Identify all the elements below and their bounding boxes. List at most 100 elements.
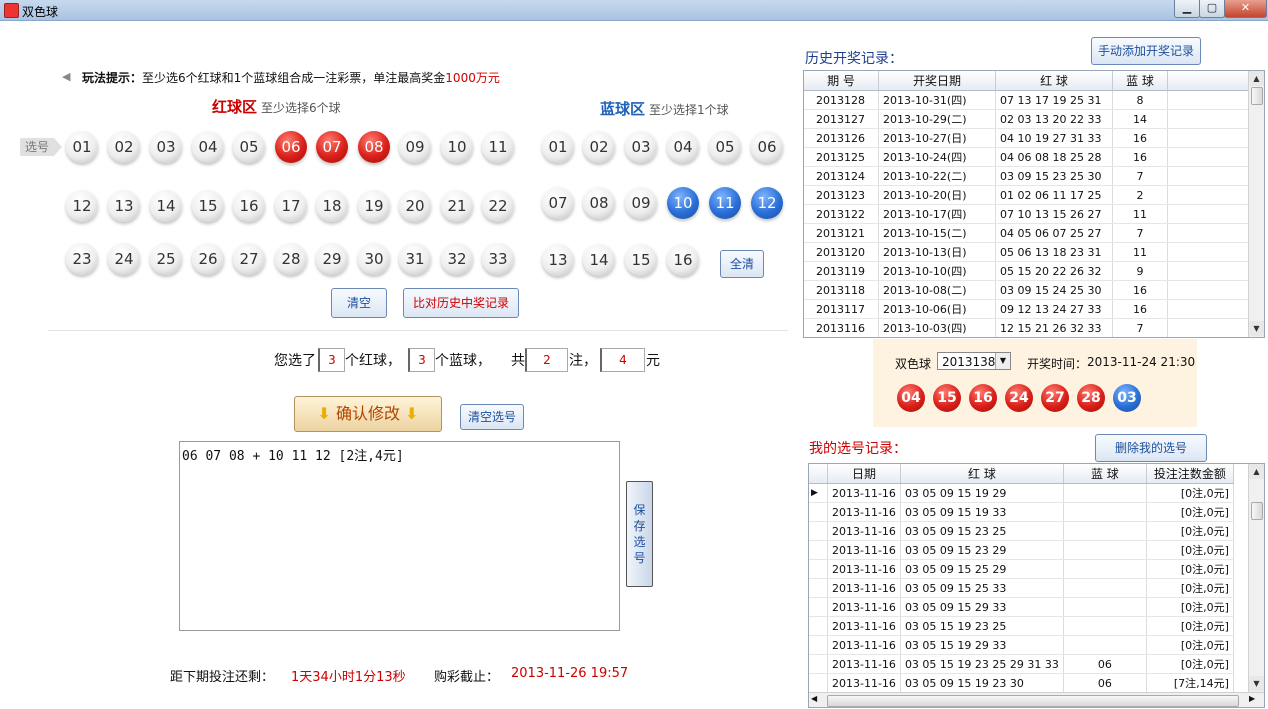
red-ball-24[interactable]: 24 [108,243,140,275]
selection-textarea[interactable]: 06 07 08 + 10 11 12 [2注,4元] [179,441,620,631]
red-ball-19[interactable]: 19 [358,190,390,222]
red-ball-09[interactable]: 09 [399,131,431,163]
table-row[interactable]: 2013121 2013-10-15(二) 04 05 06 07 25 27 7 [804,223,1251,243]
red-ball-25[interactable]: 25 [150,243,182,275]
red-ball-32[interactable]: 32 [441,243,473,275]
row-selector[interactable] [809,635,828,655]
chevron-down-icon[interactable]: ▼ [995,353,1010,369]
table-row[interactable]: 2013-11-16 03 05 09 15 25 29 [0注,0元] [809,559,1234,579]
delete-selection-button[interactable]: 删除我的选号 [1095,434,1207,462]
blue-ball-09[interactable]: 09 [625,187,657,219]
minimize-button[interactable]: ▁ [1174,0,1200,18]
table-row[interactable]: 2013126 2013-10-27(日) 04 10 19 27 31 33 16 [804,128,1251,148]
table-row[interactable]: 2013119 2013-10-10(四) 05 15 20 22 26 32 9 [804,261,1251,281]
row-selector[interactable] [809,654,828,674]
red-ball-10[interactable]: 10 [441,131,473,163]
history-column-header[interactable]: 红 球 [995,71,1113,91]
history-column-header[interactable]: 开奖日期 [878,71,996,91]
table-row[interactable]: 2013120 2013-10-13(日) 05 06 13 18 23 31 11 [804,242,1251,262]
red-ball-21[interactable]: 21 [441,190,473,222]
scroll-right-icon[interactable]: ▶ [1249,694,1255,703]
red-ball-04[interactable]: 04 [192,131,224,163]
red-ball-17[interactable]: 17 [275,190,307,222]
blue-ball-11[interactable]: 11 [709,187,741,219]
table-row[interactable]: 2013-11-16 03 05 09 15 29 33 [0注,0元] [809,597,1234,617]
table-row[interactable]: 2013124 2013-10-22(二) 03 09 15 23 25 30 7 [804,166,1251,186]
red-ball-33[interactable]: 33 [482,243,514,275]
table-row[interactable]: 2013-11-16 03 05 09 15 23 25 [0注,0元] [809,521,1234,541]
blue-count-field[interactable]: 3 [408,348,435,372]
red-ball-18[interactable]: 18 [316,190,348,222]
red-ball-01[interactable]: 01 [66,131,98,163]
hscroll-thumb[interactable] [827,695,1239,707]
row-selector[interactable] [809,673,828,693]
red-ball-31[interactable]: 31 [399,243,431,275]
red-ball-06[interactable]: 06 [275,131,307,163]
my-records-column-header[interactable]: 蓝 球 [1063,464,1147,484]
row-selector[interactable] [809,540,828,560]
scroll-down-icon[interactable]: ▼ [1249,676,1264,691]
clear-button[interactable]: 清空 [331,288,387,318]
my-records-column-header[interactable]: 日期 [827,464,901,484]
row-selector[interactable] [809,597,828,617]
blue-ball-14[interactable]: 14 [583,244,615,276]
blue-ball-06[interactable]: 06 [751,131,783,163]
clear-selection-button[interactable]: 清空选号 [460,404,524,430]
red-ball-07[interactable]: 07 [316,131,348,163]
scroll-thumb[interactable] [1251,502,1263,520]
row-selector[interactable] [809,616,828,636]
history-scrollbar[interactable]: ▲ ▼ [1248,71,1264,337]
blue-ball-03[interactable]: 03 [625,131,657,163]
red-count-field[interactable]: 3 [318,348,345,372]
blue-ball-04[interactable]: 04 [667,131,699,163]
red-ball-05[interactable]: 05 [233,131,265,163]
confirm-button[interactable]: ⬇ 确认修改 ⬇ [294,396,442,432]
my-records-column-header[interactable]: 红 球 [900,464,1064,484]
blue-ball-08[interactable]: 08 [583,187,615,219]
table-row[interactable]: 2013-11-16 03 05 15 19 29 33 [0注,0元] [809,635,1234,655]
blue-ball-02[interactable]: 02 [583,131,615,163]
red-ball-03[interactable]: 03 [150,131,182,163]
table-row[interactable]: 2013-11-16 03 05 09 15 23 29 [0注,0元] [809,540,1234,560]
history-column-header[interactable]: 蓝 球 [1112,71,1168,91]
red-ball-15[interactable]: 15 [192,190,224,222]
red-ball-14[interactable]: 14 [150,190,182,222]
red-ball-16[interactable]: 16 [233,190,265,222]
red-ball-23[interactable]: 23 [66,243,98,275]
blue-ball-10[interactable]: 10 [667,187,699,219]
scroll-up-icon[interactable]: ▲ [1249,464,1264,479]
add-history-button[interactable]: 手动添加开奖记录 [1091,37,1201,65]
table-row[interactable]: 2013117 2013-10-06(日) 09 12 13 24 27 33 16 [804,299,1251,319]
red-ball-22[interactable]: 22 [482,190,514,222]
red-ball-30[interactable]: 30 [358,243,390,275]
maximize-button[interactable]: ▢ [1199,0,1225,18]
amount-field[interactable]: 4 [600,348,645,372]
table-row[interactable]: 2013-11-16 03 05 15 19 23 25 29 31 33 06 [0… [809,654,1234,674]
table-row[interactable]: 2013123 2013-10-20(日) 01 02 06 11 17 25 2 [804,185,1251,205]
blue-ball-07[interactable]: 07 [542,187,574,219]
my-records-column-header[interactable]: 投注注数金额 [1146,464,1234,484]
row-selector[interactable] [809,578,828,598]
red-ball-13[interactable]: 13 [108,190,140,222]
table-row[interactable]: 2013127 2013-10-29(二) 02 03 13 20 22 33 14 [804,109,1251,129]
my-records-scrollbar[interactable]: ▲ ▼ [1248,464,1264,692]
table-row[interactable]: 2013-11-16 03 05 09 15 19 23 30 06 [7注,14元] [809,673,1234,693]
table-row[interactable]: 2013118 2013-10-08(二) 03 09 15 24 25 30 16 [804,280,1251,300]
red-ball-12[interactable]: 12 [66,190,98,222]
issue-select[interactable]: 2013138 ▼ [937,352,1011,370]
scroll-thumb[interactable] [1251,87,1263,105]
red-ball-27[interactable]: 27 [233,243,265,275]
table-row[interactable]: 2013-11-16 03 05 15 19 23 25 [0注,0元] [809,616,1234,636]
red-ball-11[interactable]: 11 [482,131,514,163]
red-ball-20[interactable]: 20 [399,190,431,222]
blue-ball-13[interactable]: 13 [542,244,574,276]
clear-all-button[interactable]: 全清 [720,250,764,278]
row-selector[interactable] [809,559,828,579]
blue-ball-12[interactable]: 12 [751,187,783,219]
compare-history-button[interactable]: 比对历史中奖记录 [403,288,519,318]
red-ball-08[interactable]: 08 [358,131,390,163]
save-selection-button[interactable]: 保存选号 [626,481,653,587]
row-selector[interactable] [809,521,828,541]
blue-ball-05[interactable]: 05 [709,131,741,163]
red-ball-29[interactable]: 29 [316,243,348,275]
